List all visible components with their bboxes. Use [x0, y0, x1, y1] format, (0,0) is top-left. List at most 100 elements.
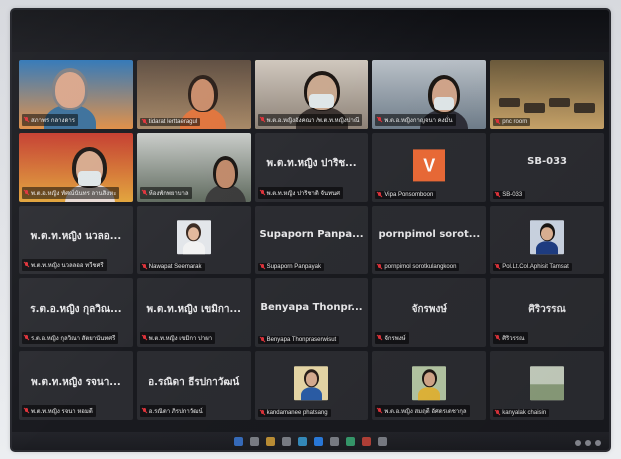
participant-name-label: พ.ต.ท.หญิง ปาริชาติ จันทนศ — [257, 186, 343, 199]
participant-tile[interactable]: พ.ต.ท.หญิง รจนา... พ.ต.ท.หญิง รจนา หอมดี — [19, 351, 133, 420]
taskbar-app-icon[interactable] — [346, 436, 355, 446]
participant-display-name: SB-033 — [527, 156, 568, 168]
participant-display-name: จักรพงษ์ — [411, 303, 447, 315]
participant-tile[interactable]: พ.ต.ท.หญิง นวลอ... พ.ต.ท.หญิง นวลลออ ทวีช… — [19, 205, 133, 275]
participant-tile[interactable]: พ.ต.อ.หญิง ทัศณ์นันทร ลานสิงหะ — [19, 132, 133, 202]
participant-tile[interactable]: tidarat lerttaeragul — [136, 60, 251, 129]
participant-tile[interactable]: pnc room — [490, 60, 604, 129]
participant-tile[interactable]: ร.ต.อ.หญิง กุลวิณ... ร.ต.อ.หญิง กุลวิณา ส… — [19, 278, 133, 348]
participant-tile[interactable]: สภาพร กลางดาร — [19, 60, 133, 129]
mic-off-icon — [142, 118, 147, 125]
participant-name-text: พ.ต.ท.หญิง ปาริชาติ จันทนศ — [266, 190, 340, 197]
participant-tile[interactable]: พ.ต.ท.หญิง เขมิกา... พ.ต.ท.หญิง เขมิกา ปา… — [136, 278, 251, 348]
participant-name-label: ร.ต.อ.หญิง กุลวิณา สัตยานันทศรี — [22, 332, 119, 345]
mic-off-icon — [142, 264, 147, 270]
participant-name-text: pnc room — [502, 118, 528, 125]
photo-body — [536, 241, 558, 255]
participant-tile[interactable]: SB-033 SB-033 — [490, 132, 604, 202]
participant-tile[interactable]: V Vipa Ponsomboon — [372, 132, 487, 202]
participant-name-text: pornpimol sorotkulangkoon — [384, 264, 457, 271]
participant-tile[interactable]: Benyapa Thonpr... Benyapa Thonpraserwisut — [254, 278, 369, 348]
participant-name-text: ห้องพักพยาบาล — [148, 190, 189, 197]
mic-off-icon — [24, 189, 29, 196]
participant-tile[interactable]: pornpimol sorot... pornpimol sorotkulangk… — [372, 205, 487, 275]
participant-name-label: kandamanee phatsang — [257, 409, 331, 417]
participant-tile[interactable]: พ.ต.ท.หญิง ปาริช... พ.ต.ท.หญิง ปาริชาติ จ… — [254, 132, 369, 202]
taskbar-app-icon[interactable] — [362, 436, 371, 446]
participant-tile[interactable]: พ.ต.อ.หญิงกาญจนา คงมั่น — [372, 60, 487, 129]
mic-off-icon — [260, 189, 265, 196]
participant-name-text: พ.ต.อ.หญิง สมฤดี อัศดรเดชากุล — [384, 409, 467, 415]
participant-name-label: พ.ต.อ.หญิงกาญจนา คงมั่น — [375, 113, 456, 126]
participant-name-label: สภาพร กลางดาร — [22, 113, 78, 126]
taskbar-app-icon[interactable] — [378, 436, 387, 446]
participant-name-text: Supaporn Panpayak — [266, 264, 321, 271]
monitor-frame: สภาพร กลางดาร tidarat lerttaeragul พ.ต.อ.ห… — [0, 0, 621, 459]
room-furniture — [524, 103, 545, 113]
taskbar-app-icon[interactable] — [282, 436, 291, 446]
gallery-view: สภาพร กลางดาร tidarat lerttaeragul พ.ต.อ.ห… — [19, 60, 604, 420]
participant-tile[interactable]: Pol.Lt.Col.Aphisit Tamsat — [490, 205, 604, 275]
tray-icon[interactable] — [595, 440, 601, 446]
profile-picture — [176, 220, 211, 255]
mic-off-icon — [495, 335, 500, 341]
participant-name-text: SB-033 — [502, 191, 523, 198]
participant-name-label: พ.ต.ท.หญิง นวลลออ ทวีชศรี — [22, 259, 107, 272]
participant-name-text: Nawapat Seemarak — [148, 264, 202, 271]
profile-picture — [530, 220, 565, 255]
mic-off-icon — [377, 191, 382, 198]
participant-name-label: pornpimol sorotkulangkoon — [375, 263, 460, 272]
taskbar-app-icon[interactable] — [234, 436, 243, 446]
taskbar-app-icon[interactable] — [250, 436, 259, 446]
participant-name-label: พ.ต.อ.หญิงอังคณา /พ.ต.ท.หญิงปาณี — [257, 113, 363, 126]
participant-tile[interactable]: ห้องพักพยาบาล — [136, 132, 251, 202]
mic-off-icon — [24, 408, 29, 414]
participant-name-label: พ.ต.อ.หญิง ทัศณ์นันทร ลานสิงหะ — [22, 186, 120, 199]
participant-tile[interactable]: อ.รณิดา ธีรปกาวัฒน์อ.รณิดา ภิรปกาวัฒน์ — [136, 351, 251, 420]
tray-icon[interactable] — [585, 440, 591, 446]
person-face — [55, 72, 85, 109]
participant-tile[interactable]: ศิริวรรณ ศิริวรรณ — [490, 278, 604, 348]
system-tray — [575, 440, 601, 446]
taskbar-app-icon[interactable] — [266, 436, 275, 446]
participant-tile[interactable]: Nawapat Seemarak — [136, 205, 251, 275]
participant-tile[interactable]: พ.ต.อ.หญิงอังคณา /พ.ต.ท.หญิงปาณี — [254, 60, 369, 129]
participant-tile[interactable]: kandamanee phatsang — [254, 351, 369, 420]
person-face — [191, 79, 215, 111]
participant-name-label: พ.ต.ท.หญิง รจนา หอมดี — [22, 405, 96, 417]
tray-icon[interactable] — [575, 440, 581, 446]
participant-display-name: pornpimol sorot... — [378, 228, 481, 240]
taskbar-app-icon[interactable] — [330, 436, 339, 446]
participant-name-text: ศิริวรรณ — [502, 336, 525, 343]
participant-tile[interactable]: Supaporn Panpa... Supaporn Panpayak — [254, 205, 369, 275]
participant-name-label: kanyalak chaisin — [493, 409, 550, 417]
mic-off-icon — [495, 410, 500, 416]
participant-name-text: พ.ต.อ.หญิง ทัศณ์นันทร ลานสิงหะ — [31, 190, 117, 197]
participant-name-label: pnc room — [493, 117, 531, 126]
participant-avatar: V — [413, 149, 446, 182]
participant-name-text: พ.ต.ท.หญิง นวลลออ ทวีชศรี — [31, 263, 104, 270]
participant-name-label: Benyapa Thonpraserwisut — [257, 336, 340, 345]
room-furniture — [499, 97, 520, 108]
room-furniture — [549, 97, 570, 108]
taskbar-app-icon[interactable] — [298, 436, 307, 446]
mic-off-icon — [24, 335, 29, 341]
taskbar-app-icon[interactable] — [314, 436, 323, 446]
face-mask — [309, 94, 335, 109]
mic-off-icon — [495, 118, 500, 125]
photo-body — [300, 386, 323, 400]
participant-name-text: จักรพงษ์ — [384, 336, 406, 343]
participant-name-label: SB-033 — [493, 190, 526, 199]
participant-display-name: ร.ต.อ.หญิง กุลวิณ... — [30, 303, 122, 315]
mic-off-icon — [142, 408, 147, 414]
participant-display-name: พ.ต.ท.หญิง ปาริช... — [266, 158, 357, 170]
participant-display-name: อ.รณิดา ธีรปกาวัฒน์ — [148, 376, 240, 388]
participant-tile[interactable]: พ.ต.อ.หญิง สมฤดี อัศดรเดชากุล — [372, 351, 487, 420]
zoom-meeting-window: สภาพร กลางดาร tidarat lerttaeragul พ.ต.อ.ห… — [12, 10, 609, 450]
photo-landscape — [530, 384, 565, 400]
participant-tile[interactable]: จักรพงษ์ จักรพงษ์ — [372, 278, 487, 348]
participant-name-text: อ.รณิดา ภิรปกาวัฒน์ — [148, 409, 203, 415]
participant-tile[interactable]: kanyalak chaisin — [490, 351, 604, 420]
participant-name-text: พ.ต.ท.หญิง เขมิกา ปาผา — [148, 336, 213, 343]
participant-name-label: ศิริวรรณ — [493, 332, 528, 345]
